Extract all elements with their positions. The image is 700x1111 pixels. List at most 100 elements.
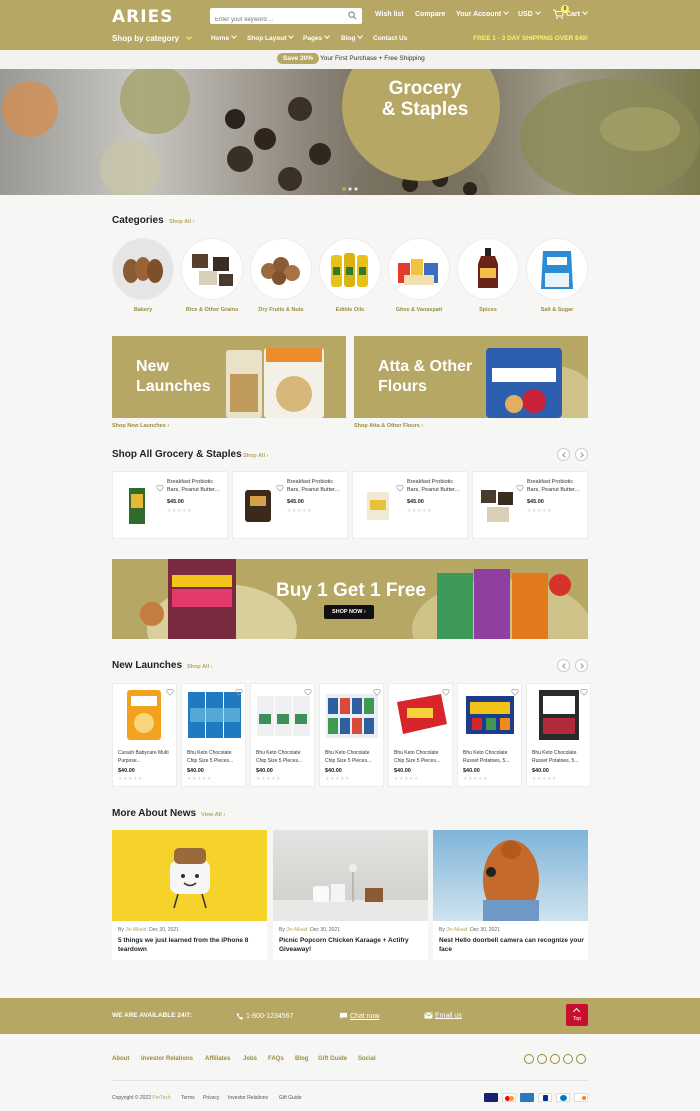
news-author[interactable]: Jin Alkaid [125,927,146,933]
product-name[interactable]: Bhu Keto Chocolate Chip Size 5 Pieces... [187,749,243,765]
footer-link-investor-relations[interactable]: Investor Relations [141,1056,193,1062]
bottom-link-privacy[interactable]: Privacy [203,1095,219,1101]
heart-icon[interactable] [442,688,450,696]
product-name[interactable]: Bhu Keto Chocolate Chip Size 5 Pieces... [325,749,381,765]
search-input[interactable] [210,12,340,28]
heart-icon[interactable] [511,688,519,696]
product-card[interactable]: Breakfast Probiotic Bars, Peanut Butter.… [112,471,228,539]
carousel-next-button[interactable] [575,659,588,672]
wishlist-link[interactable]: Wish list [375,11,404,18]
new-launches-shop-all-link[interactable]: Shop All › [187,664,212,670]
footer-link-about[interactable]: About [112,1056,129,1062]
footer-link-jobs[interactable]: Jobs [243,1056,257,1062]
category-spices[interactable]: Spices [457,238,519,313]
bottom-link-terms[interactable]: Terms [181,1095,195,1101]
compare-link[interactable]: Compare [415,11,445,18]
news-author[interactable]: Jin Alkaid [286,927,307,933]
phone-link[interactable]: 1-800-1234567 [236,1012,293,1020]
account-menu[interactable]: Your Account [456,9,509,18]
shop-atta-flours-link[interactable]: Shop Atta & Other Flours › [354,423,423,429]
heart-icon[interactable] [304,688,312,696]
product-name[interactable]: Bhu Keto Chocolate Russet Potatoes, 5... [463,749,519,765]
carousel-prev-button[interactable] [557,659,570,672]
atta-flours-banner[interactable]: Atta & Other Flours [354,336,588,418]
search-icon[interactable] [348,11,357,20]
carousel-next-button[interactable] [575,448,588,461]
heart-icon[interactable] [235,688,243,696]
heart-icon[interactable] [166,688,174,696]
new-launches-banner[interactable]: New Launches [112,336,346,418]
search-box[interactable] [210,8,362,28]
shop-new-launches-link[interactable]: Shop New Launches › [112,423,169,429]
news-headline[interactable]: Nest Hello doorbell camera can recognize… [439,936,584,954]
product-card[interactable]: Bhu Keto Chocolate Chip Size 5 Pieces...… [319,683,384,787]
footer-link-blog[interactable]: Blog [295,1056,308,1062]
news-card[interactable]: By Jin Alkaid Dec 30, 2021 5 things we j… [112,830,267,960]
back-to-top-button[interactable]: Top [566,1004,588,1026]
slider-dot[interactable] [354,187,358,191]
product-name[interactable]: Breakfast Probiotic Bars, Peanut Butter.… [527,478,585,494]
nav-blog[interactable]: Blog [341,33,364,42]
news-author[interactable]: Jin Alkaid [446,927,467,933]
heart-icon[interactable] [396,484,404,492]
carousel-prev-button[interactable] [557,448,570,461]
twitter-icon[interactable] [524,1054,534,1064]
product-card[interactable]: Bhu Keto Chocolate Russet Potatoes, 5...… [526,683,591,787]
product-name[interactable]: Breakfast Probiotic Bars, Peanut Butter.… [167,478,225,494]
product-card[interactable]: Bhu Keto Chocolate Chip Size 5 Pieces...… [388,683,453,787]
news-card[interactable]: By Jin Alkaid Dec 30, 2021 Picnic Popcor… [273,830,428,960]
shop-by-category-button[interactable]: Shop by category [112,34,192,43]
nav-home[interactable]: Home [211,33,237,42]
currency-select[interactable]: USD [518,9,541,18]
slider-dot[interactable] [348,187,352,191]
product-card[interactable]: Curash Babycare Multi Purpose... $40.00 … [112,683,177,787]
email-link[interactable]: Email us [424,1012,462,1019]
news-headline[interactable]: 5 things we just learned from the iPhone… [118,936,263,954]
category-dry-fruits[interactable]: Dry Fruits & Nuts [250,238,312,313]
product-name[interactable]: Curash Babycare Multi Purpose... [118,749,174,765]
shop-now-button[interactable]: SHOP NOW › [324,605,374,619]
news-view-all-link[interactable]: View All › [201,812,225,818]
product-name[interactable]: Breakfast Probiotic Bars, Peanut Butter.… [287,478,345,494]
heart-icon[interactable] [156,484,164,492]
instagram-icon[interactable] [550,1054,560,1064]
categories-shop-all-link[interactable]: Shop All › [169,219,194,225]
category-edible-oils[interactable]: Edible Oils [319,238,381,313]
copyright-brand[interactable]: PerTech [152,1095,170,1101]
youtube-icon[interactable] [576,1054,586,1064]
heart-icon[interactable] [276,484,284,492]
tiktok-icon[interactable] [563,1054,573,1064]
category-rice[interactable]: Rice & Other Grains [181,238,243,313]
product-card[interactable]: Breakfast Probiotic Bars, Peanut Butter.… [232,471,348,539]
bottom-link-investor-relations[interactable]: Investor Relations [228,1095,268,1101]
nav-contact[interactable]: Contact Us [373,35,407,42]
footer-link-faqs[interactable]: FAQs [268,1056,284,1062]
category-salt-sugar[interactable]: Salt & Sugar [526,238,588,313]
product-name[interactable]: Bhu Keto Chocolate Chip Size 5 Pieces... [394,749,450,765]
category-ghee[interactable]: Ghee & Vanaspati [388,238,450,313]
product-card[interactable]: Bhu Keto Chocolate Chip Size 5 Pieces...… [181,683,246,787]
footer-link-affiliates[interactable]: Affiliates [205,1056,230,1062]
news-headline[interactable]: Picnic Popcorn Chicken Karaage + Actifry… [279,936,424,954]
shop-all-link[interactable]: Shop All › [243,453,268,459]
footer-link-gift-guide[interactable]: Gift Guide [318,1056,347,1062]
category-bakery[interactable]: Bakery [112,238,174,313]
product-card[interactable]: Breakfast Probiotic Bars, Peanut Butter.… [472,471,588,539]
heart-icon[interactable] [373,688,381,696]
bottom-link-gift-guide[interactable]: Gift Guide [279,1095,302,1101]
product-card[interactable]: Bhu Keto Chocolate Russet Potatoes, 5...… [457,683,522,787]
cart-button[interactable]: Cart [553,9,588,19]
product-card[interactable]: Bhu Keto Chocolate Chip Size 5 Pieces...… [250,683,315,787]
heart-icon[interactable] [580,688,588,696]
footer-link-social[interactable]: Social [358,1056,376,1062]
slider-dot-active[interactable] [342,187,346,191]
nav-pages[interactable]: Pages [303,33,330,42]
product-name[interactable]: Bhu Keto Chocolate Chip Size 5 Pieces... [256,749,312,765]
product-card[interactable]: Breakfast Probiotic Bars, Peanut Butter.… [352,471,468,539]
site-logo[interactable]: ARIES [112,7,173,27]
product-name[interactable]: Bhu Keto Chocolate Russet Potatoes, 5... [532,749,588,765]
chat-link[interactable]: Chat now [339,1012,380,1020]
facebook-icon[interactable] [537,1054,547,1064]
bogo-banner[interactable]: Buy 1 Get 1 Free SHOP NOW › [112,559,588,639]
heart-icon[interactable] [516,484,524,492]
